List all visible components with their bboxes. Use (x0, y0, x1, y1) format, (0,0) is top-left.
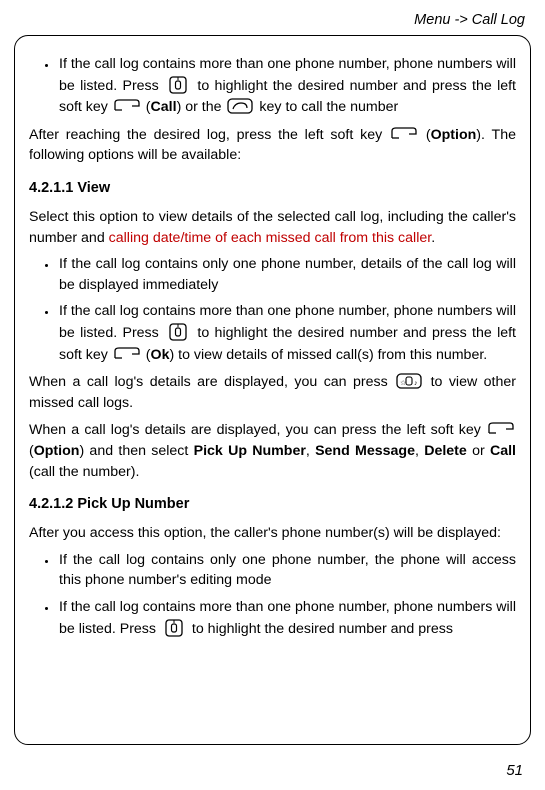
text: , (415, 443, 424, 459)
breadcrumb: Menu -> Call Log (14, 8, 531, 35)
text: When a call log's details are displayed,… (29, 374, 388, 390)
paragraph: When a call log's details are displayed,… (29, 371, 516, 413)
list-item: If the call log contains only one phone … (57, 550, 516, 591)
option-label: Option (431, 127, 477, 143)
nav-key-wide-icon: ☆♪ (394, 371, 424, 391)
nav-key-icon (164, 75, 192, 95)
text: key to call the number (259, 99, 398, 115)
list-item: If the call log contains more than one p… (57, 597, 516, 639)
text: . (431, 230, 435, 246)
left-softkey-icon (389, 124, 419, 144)
text: If the call log contains only one phone … (59, 256, 516, 293)
text: or (467, 443, 490, 459)
list-item: If the call log contains only one phone … (57, 254, 516, 295)
section-heading-pickup: 4.2.1.2 Pick Up Number (29, 494, 516, 515)
text: After you access this option, the caller… (29, 525, 501, 541)
page-number: 51 (506, 760, 523, 782)
text: , (306, 443, 315, 459)
svg-text:♪: ♪ (414, 380, 418, 387)
text: After reaching the desired log, press th… (29, 127, 382, 143)
left-softkey-icon (112, 344, 142, 364)
paragraph: When a call log's details are displayed,… (29, 419, 516, 482)
text: If the call log contains only one phone … (59, 552, 516, 589)
paragraph: After you access this option, the caller… (29, 523, 516, 544)
paragraph: Select this option to view details of th… (29, 207, 516, 248)
delete-label: Delete (424, 443, 467, 459)
content-frame: If the call log contains more than one p… (14, 35, 531, 745)
nav-key-icon (160, 618, 188, 638)
ok-label: Ok (151, 347, 170, 363)
call-label: Call (151, 99, 177, 115)
highlighted-text: calling date/time of each missed call fr… (109, 230, 432, 246)
text: to highlight the desired number and pres… (192, 621, 453, 637)
list-item: If the call log contains more than one p… (57, 301, 516, 365)
text: ) and then select (79, 443, 193, 459)
nav-key-icon (164, 322, 192, 342)
text: ) or the (177, 99, 222, 115)
text: ) to view details of missed call(s) from… (169, 347, 487, 363)
left-softkey-icon (486, 419, 516, 439)
section-heading-view: 4.2.1.1 View (29, 178, 516, 199)
call-key-icon (225, 96, 255, 116)
text: (call the number). (29, 464, 139, 480)
call-label: Call (490, 443, 516, 459)
pickup-label: Pick Up Number (194, 443, 306, 459)
sendmsg-label: Send Message (315, 443, 415, 459)
list-item: If the call log contains more than one p… (57, 54, 516, 118)
paragraph: After reaching the desired log, press th… (29, 124, 516, 166)
left-softkey-icon (112, 96, 142, 116)
option-label: Option (34, 443, 80, 459)
svg-text:☆: ☆ (400, 379, 406, 387)
text: When a call log's details are displayed,… (29, 422, 481, 438)
